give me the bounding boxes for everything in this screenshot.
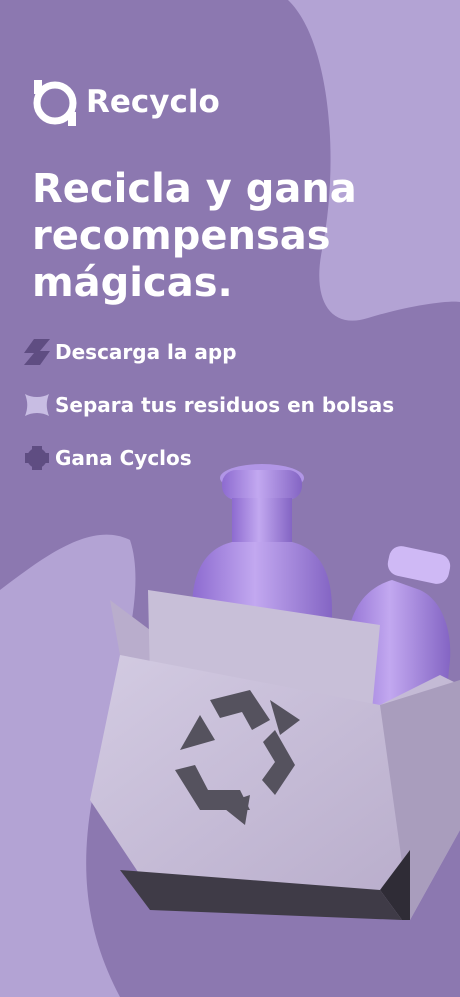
headline-line-3: mágicas. — [32, 260, 233, 306]
step-item-download: Descarga la app — [22, 334, 394, 370]
reward-step-icon — [25, 446, 49, 470]
bags-step-icon — [25, 394, 49, 416]
page-headline: Recicla y gana recompensas mágicas. — [32, 166, 432, 307]
brand-logo[interactable]: Recyclo — [30, 76, 220, 128]
step-label: Separa tus residuos en bolsas — [55, 393, 395, 417]
headline-line-2: recompensas — [32, 213, 331, 259]
step-label: Descarga la app — [55, 340, 237, 364]
step-item-separate: Separa tus residuos en bolsas — [22, 387, 394, 423]
brand-name: Recyclo — [86, 84, 220, 120]
recycling-box-illustration — [90, 464, 460, 920]
download-step-icon — [24, 339, 50, 365]
headline-line-1: Recicla y gana — [32, 166, 357, 212]
recycle-hands-logo-icon — [33, 80, 77, 126]
